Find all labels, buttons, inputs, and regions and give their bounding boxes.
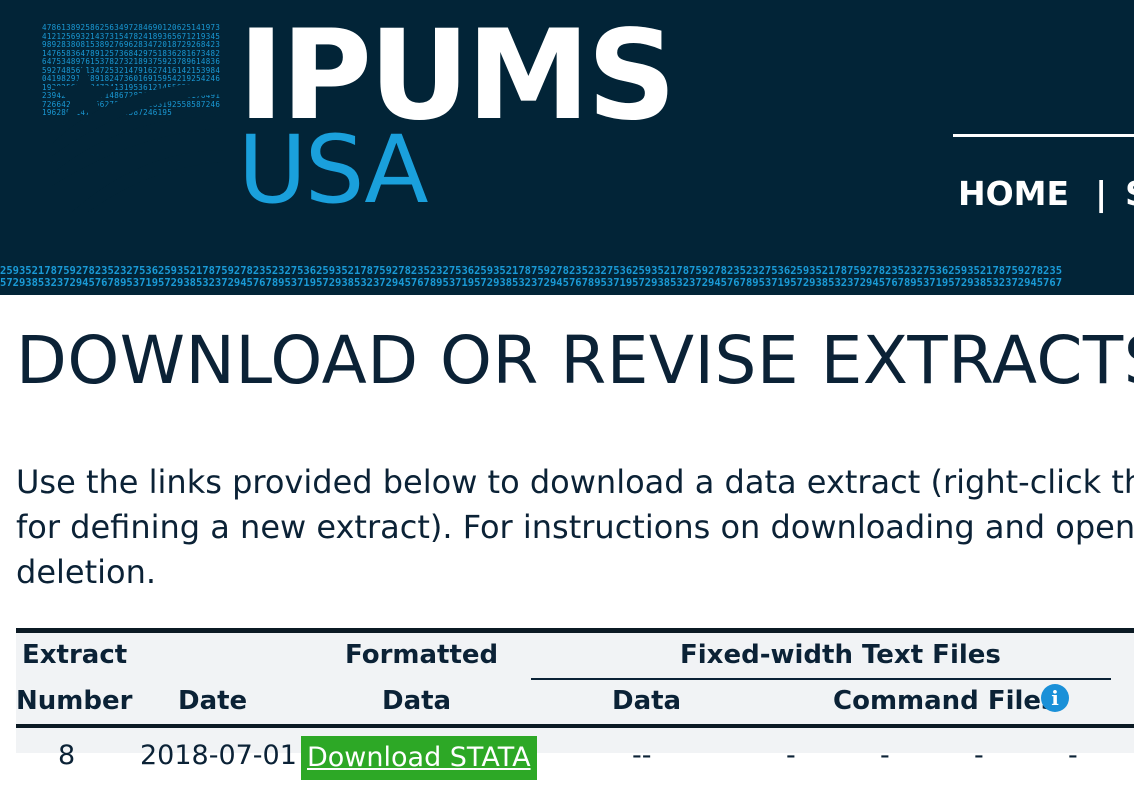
cell-fw-data: --: [632, 740, 652, 771]
nav-divider: [953, 134, 1134, 137]
header-extract: Extract: [22, 640, 128, 670]
cell-command-file: -: [1068, 740, 1078, 771]
site-header: 4786138925862563497284690120625141973412…: [0, 0, 1134, 295]
header-formatted-data: Data: [382, 686, 452, 716]
top-nav: HOME | S: [958, 174, 1134, 213]
cell-command-file: -: [786, 740, 796, 771]
header-formatted: Formatted: [345, 640, 499, 670]
header-fixed-width: Fixed-width Text Files: [680, 640, 1001, 670]
intro-paragraph: Use the links provided below to download…: [16, 460, 1134, 595]
brand-subtitle[interactable]: USA: [238, 124, 429, 218]
cell-date: 2018-07-01: [140, 740, 297, 771]
download-stata-link[interactable]: Download STATA: [301, 736, 537, 780]
header-fw-data: Data: [612, 686, 682, 716]
nav-next-link[interactable]: S: [1125, 174, 1134, 213]
digit-strip-line: 5729385323729457678953719572938532372945…: [0, 277, 1063, 289]
digit-strip-line: 2593521787592782352327536259352178759278…: [0, 265, 1063, 277]
cell-command-file: -: [974, 740, 984, 771]
info-icon[interactable]: i: [1041, 684, 1069, 712]
table-header-rule: [16, 724, 1134, 728]
header-number: Number: [16, 686, 133, 716]
fixed-width-underline: [531, 678, 1111, 680]
intro-line: Use the links provided below to download…: [16, 463, 1134, 501]
header-date: Date: [178, 686, 248, 716]
star-swoosh-icon: [50, 62, 224, 212]
cell-extract-number: 8: [58, 740, 76, 771]
page-title: DOWNLOAD OR REVISE EXTRACTS: [16, 322, 1134, 399]
intro-line: for defining a new extract). For instruc…: [16, 508, 1134, 546]
cell-command-file: -: [880, 740, 890, 771]
header-command-files: Command Files: [833, 686, 1057, 716]
intro-line: deletion.: [16, 553, 157, 591]
digit-strip-decoration: 2593521787592782352327536259352178759278…: [0, 265, 1134, 295]
ipums-logo-mark[interactable]: 4786138925862563497284690120625141973412…: [42, 24, 224, 212]
nav-home-link[interactable]: HOME: [958, 174, 1069, 213]
nav-separator: |: [1095, 174, 1108, 213]
